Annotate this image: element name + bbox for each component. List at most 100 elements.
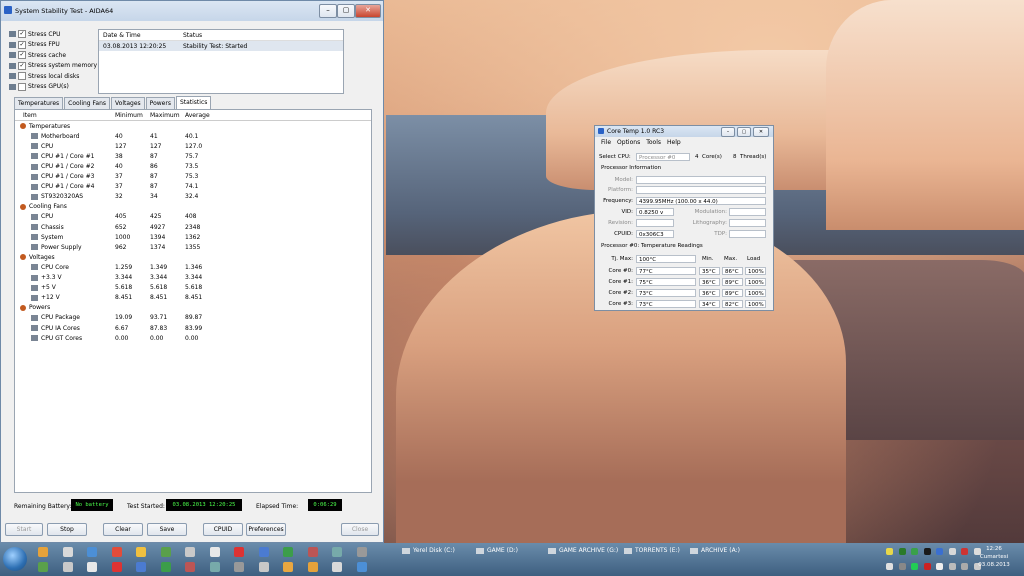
taskbar-app-icon[interactable] [87, 562, 97, 572]
checkbox[interactable]: ✓ [18, 51, 26, 60]
tray-icon[interactable] [948, 563, 956, 570]
taskbar-app-icon[interactable] [136, 562, 146, 572]
tray-icon[interactable] [936, 563, 943, 570]
table-row[interactable]: CPU Package 19.09 93.71 89.87 [15, 313, 371, 323]
taskbar-app-icon[interactable] [111, 562, 122, 572]
average-column-header[interactable]: Average [185, 110, 220, 122]
taskbar-app-icon[interactable] [209, 547, 220, 557]
table-row[interactable]: +12 V 8.451 8.451 8.451 [15, 293, 371, 303]
tray-icon[interactable] [886, 548, 893, 555]
group-row[interactable]: Temperatures [15, 121, 371, 132]
taskbar-app-icon[interactable] [356, 562, 367, 572]
drive-shortcut[interactable]: GAME (D:) [476, 546, 518, 556]
table-row[interactable]: CPU GT Cores 0.00 0.00 0.00 [15, 333, 371, 343]
table-row[interactable]: CPU IA Cores 6.67 87.83 83.99 [15, 323, 371, 333]
status-log-row[interactable]: 03.08.2013 12:20:25 Stability Test: Star… [99, 41, 343, 51]
select-cpu-dropdown[interactable]: Processor #0 [636, 153, 690, 161]
taskbar-app-icon[interactable] [258, 562, 269, 572]
drive-shortcut[interactable]: TORRENTS (E:) [624, 546, 680, 556]
taskbar-app-icon[interactable] [136, 547, 146, 557]
table-row[interactable]: ST9320320AS 32 34 32.4 [15, 192, 371, 202]
coretemp-minimize-button[interactable]: – [721, 127, 735, 137]
tray-icon[interactable] [911, 563, 918, 570]
tray-icon[interactable] [936, 548, 943, 555]
date-column-header[interactable]: Date & Time [99, 32, 183, 39]
taskbar-app-icon[interactable] [62, 547, 73, 557]
tray-icon[interactable] [923, 563, 931, 570]
table-row[interactable]: Power Supply 962 1374 1355 [15, 242, 371, 252]
taskbar-app-icon[interactable] [87, 547, 97, 557]
table-row[interactable]: CPU #1 / Core #2 40 86 73.5 [15, 161, 371, 171]
table-row[interactable]: +5 V 5.618 5.618 5.618 [15, 283, 371, 293]
menu-tools[interactable]: Tools [646, 139, 661, 146]
coretemp-maximize-button[interactable]: ▢ [737, 127, 751, 137]
table-row[interactable]: Motherboard 40 41 40.1 [15, 131, 371, 141]
tray-icon[interactable] [886, 563, 893, 570]
checkbox[interactable] [18, 82, 26, 91]
taskbar-app-icon[interactable] [160, 547, 171, 557]
stop-button[interactable]: Stop [47, 523, 87, 536]
taskbar-app-icon[interactable] [234, 547, 244, 557]
close-window-button[interactable]: ✕ [355, 4, 381, 18]
drive-shortcut[interactable]: GAME ARCHIVE (G:) [548, 546, 618, 556]
minimize-button[interactable]: – [319, 4, 337, 18]
taskbar-app-icon[interactable] [185, 547, 195, 557]
taskbar-app-icon[interactable] [38, 547, 48, 557]
stress-option[interactable]: Stress GPU(s) [9, 82, 99, 93]
taskbar-app-icon[interactable] [258, 547, 269, 557]
checkbox[interactable]: ✓ [18, 30, 26, 39]
group-row[interactable]: Powers [15, 303, 371, 313]
cpuid-button[interactable]: CPUID [203, 523, 243, 536]
tab-powers[interactable]: Powers [145, 97, 175, 109]
table-row[interactable]: +3.3 V 3.344 3.344 3.344 [15, 273, 371, 283]
status-column-header[interactable]: Status [183, 32, 202, 39]
taskbar-app-icon[interactable] [332, 562, 342, 572]
taskbar-app-icon[interactable] [185, 562, 195, 572]
table-row[interactable]: CPU #1 / Core #4 37 87 74.1 [15, 182, 371, 192]
group-row[interactable]: Voltages [15, 252, 371, 262]
taskbar-app-icon[interactable] [283, 547, 293, 557]
maximum-column-header[interactable]: Maximum [150, 110, 185, 122]
taskbar-app-icon[interactable] [209, 562, 220, 572]
table-row[interactable]: Chassis 652 4927 2348 [15, 222, 371, 232]
table-row[interactable]: CPU 127 127 127.0 [15, 141, 371, 151]
checkbox[interactable]: ✓ [18, 61, 26, 70]
coretemp-titlebar[interactable]: Core Temp 1.0 RC3 – ▢ ✕ [595, 126, 773, 137]
tray-icon[interactable] [923, 548, 931, 555]
tab-temperatures[interactable]: Temperatures [14, 97, 64, 109]
clear-button[interactable]: Clear [103, 523, 143, 536]
taskbar-app-icon[interactable] [62, 562, 73, 572]
taskbar-app-icon[interactable] [38, 562, 48, 572]
tray-icon[interactable] [898, 563, 906, 570]
stress-option[interactable]: ✓ Stress system memory [9, 61, 99, 72]
stress-option[interactable]: ✓ Stress CPU [9, 29, 99, 40]
aida-titlebar[interactable]: System Stability Test - AIDA64 – ▢ ✕ [1, 1, 383, 21]
stress-option[interactable]: ✓ Stress FPU [9, 40, 99, 51]
taskbar-app-icon[interactable] [160, 562, 171, 572]
table-row[interactable]: CPU #1 / Core #3 37 87 75.3 [15, 172, 371, 182]
start-button[interactable]: Start [5, 523, 43, 536]
stress-option[interactable]: ✓ Stress cache [9, 50, 99, 61]
close-button[interactable]: Close [341, 523, 379, 536]
minimum-column-header[interactable]: Minimum [115, 110, 150, 122]
taskbar-app-icon[interactable] [332, 547, 342, 557]
tray-icon[interactable] [898, 548, 906, 555]
start-button-orb[interactable] [3, 547, 27, 571]
maximize-button[interactable]: ▢ [337, 4, 355, 18]
save-button[interactable]: Save [147, 523, 187, 536]
checkbox[interactable]: ✓ [18, 40, 26, 49]
tray-icon[interactable] [948, 548, 956, 555]
tab-cooling-fans[interactable]: Cooling Fans [64, 97, 111, 109]
table-row[interactable]: CPU Core 1.259 1.349 1.346 [15, 262, 371, 272]
checkbox[interactable] [18, 72, 26, 81]
taskbar-app-icon[interactable] [283, 562, 293, 572]
group-row[interactable]: Cooling Fans [15, 202, 371, 212]
clock[interactable]: 12:26 Cumartesi 03.08.2013 [972, 545, 1016, 569]
tab-voltages[interactable]: Voltages [111, 97, 145, 109]
tray-icon[interactable] [961, 563, 968, 570]
taskbar-app-icon[interactable] [307, 547, 318, 557]
stress-option[interactable]: Stress local disks [9, 71, 99, 82]
drive-shortcut[interactable]: Yerel Disk (C:) [402, 546, 455, 556]
table-row[interactable]: System 1000 1394 1362 [15, 232, 371, 242]
coretemp-close-button[interactable]: ✕ [753, 127, 769, 137]
